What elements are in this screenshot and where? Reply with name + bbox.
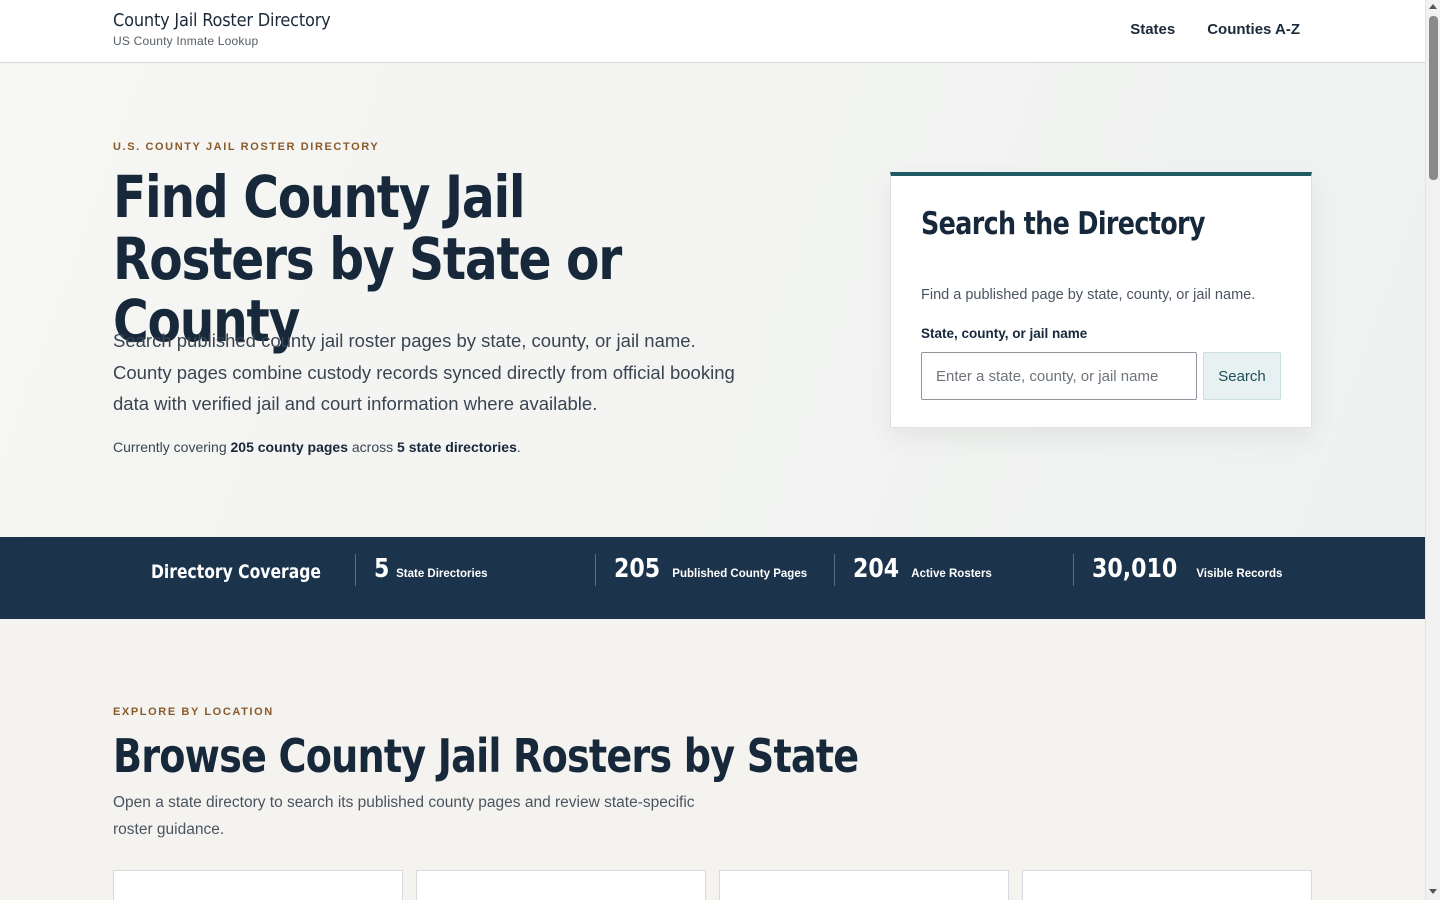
coverage-prefix: Currently covering — [113, 439, 231, 455]
hero-coverage: Currently covering 205 county pages acro… — [113, 439, 521, 455]
coverage-suffix: . — [516, 439, 521, 455]
page-scrollbar[interactable] — [1425, 0, 1440, 900]
browse-description: Open a state directory to search its pub… — [113, 794, 695, 838]
scroll-up-arrow-icon[interactable] — [1429, 4, 1437, 9]
coverage-state-directories: 5 state directories — [397, 439, 517, 455]
coverage-stats-band: Directory Coverage 5 State Directories 2… — [0, 537, 1425, 619]
scroll-down-arrow-icon[interactable] — [1429, 889, 1437, 894]
browse-section: EXPLORE BY LOCATION Browse County Jail R… — [0, 619, 1425, 900]
stats-heading: Directory Coverage — [151, 561, 321, 583]
brand-subtitle: US County Inmate Lookup — [113, 34, 259, 48]
stat-label: State Directories — [396, 568, 488, 580]
coverage-middle: across — [348, 439, 398, 455]
brand-link[interactable]: County Jail Roster Directory US County I… — [113, 10, 331, 48]
nav-states-link[interactable]: States — [1130, 21, 1175, 38]
hero-description: Search published county jail roster page… — [113, 330, 735, 414]
stat-value: 30,010 — [1092, 554, 1178, 584]
stat-label: Visible Records — [1196, 568, 1283, 580]
state-card[interactable] — [416, 870, 706, 900]
search-field-label: State, county, or jail name — [921, 326, 1088, 341]
nav-counties-az-link[interactable]: Counties A-Z — [1207, 21, 1300, 38]
stat-published-county-pages: 205 Published County Pages — [595, 554, 807, 586]
hero-section: U.S. COUNTY JAIL ROSTER DIRECTORY Find C… — [0, 63, 1425, 537]
search-card-title: Search the Directory — [921, 206, 1206, 242]
browse-title: Browse County Jail Rosters by State — [113, 729, 859, 783]
hero-eyebrow: U.S. COUNTY JAIL ROSTER DIRECTORY — [113, 141, 380, 153]
stat-value: 205 — [614, 554, 661, 584]
brand-title: County Jail Roster Directory — [113, 10, 331, 31]
stat-visible-records: 30,010 Visible Records — [1073, 554, 1282, 586]
state-card[interactable] — [719, 870, 1009, 900]
stat-label: Active Rosters — [911, 568, 992, 580]
scrollbar-thumb[interactable] — [1429, 16, 1438, 180]
search-input[interactable] — [921, 352, 1197, 400]
state-card[interactable] — [113, 870, 403, 900]
search-button[interactable]: Search — [1203, 352, 1281, 400]
state-card[interactable] — [1022, 870, 1312, 900]
stat-active-rosters: 204 Active Rosters — [834, 554, 992, 586]
site-header: County Jail Roster Directory US County I… — [0, 0, 1425, 63]
stat-value: 5 — [374, 554, 390, 584]
search-help-text: Find a published page by state, county, … — [921, 287, 1256, 303]
main-nav: States Counties A-Z — [1130, 21, 1300, 38]
browse-eyebrow: EXPLORE BY LOCATION — [113, 706, 274, 718]
search-card: Search the Directory Find a published pa… — [890, 172, 1312, 428]
stat-value: 204 — [853, 554, 900, 584]
stat-state-directories: 5 State Directories — [355, 554, 488, 586]
stat-label: Published County Pages — [672, 568, 808, 580]
coverage-county-pages: 205 county pages — [230, 439, 349, 455]
